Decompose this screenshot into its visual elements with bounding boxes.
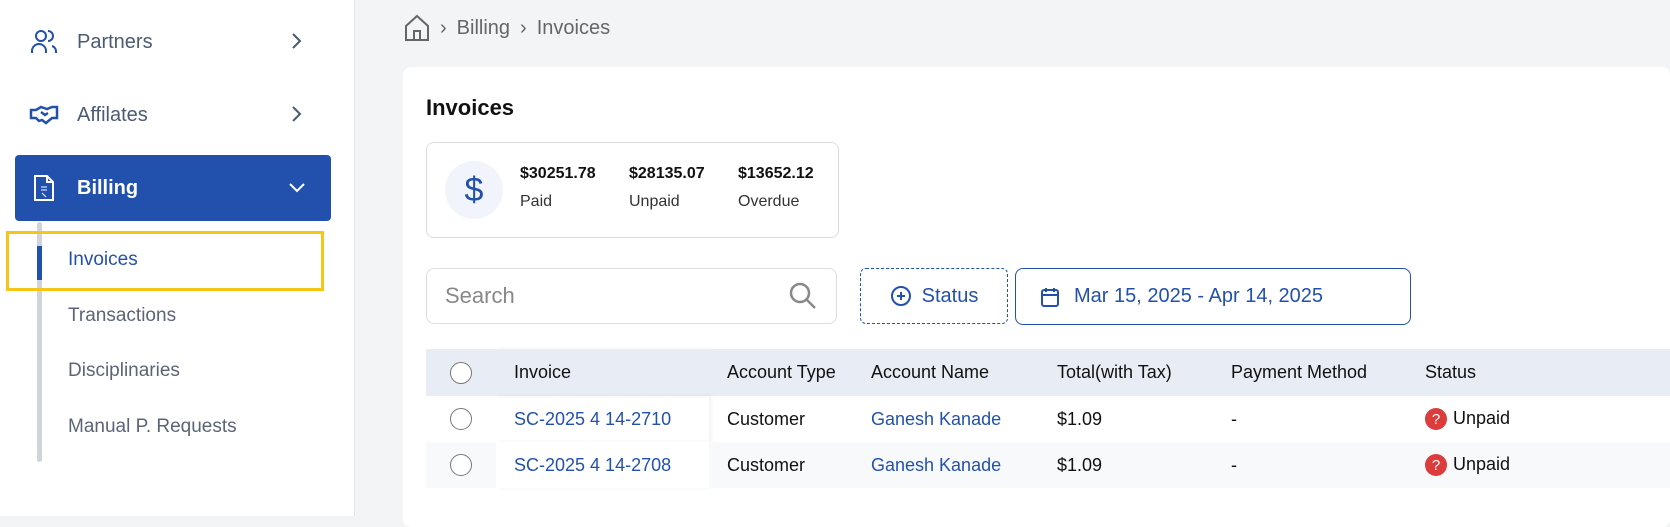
question-icon: ?	[1425, 454, 1447, 477]
question-icon: ?	[1425, 408, 1447, 431]
sidebar-item-label: Partners	[77, 30, 153, 53]
stat-label: Overdue	[738, 193, 800, 210]
col-status[interactable]: Status	[1425, 349, 1670, 396]
chevron-right-icon	[292, 106, 302, 122]
sidebar-item-billing[interactable]: Billing	[15, 155, 331, 221]
stat-label: Unpaid	[629, 193, 680, 210]
date-range-picker[interactable]: Mar 15, 2025 - Apr 14, 2025	[1015, 268, 1411, 325]
sidebar-item-affilates[interactable]: Affilates	[15, 82, 331, 148]
payment-method: -	[1231, 408, 1237, 429]
page-title: Invoices	[426, 95, 515, 120]
summary-card: $ $30251.78 Paid $28135.07 Unpaid $13652.1…	[426, 142, 839, 238]
col-account-name[interactable]: Account Name	[871, 349, 1057, 396]
invoice-link[interactable]: SC-2025 4 14-2708	[496, 442, 709, 488]
chevron-right-icon: ›	[440, 16, 447, 39]
calendar-icon	[1041, 287, 1059, 307]
stat-unpaid: $28135.07 Unpaid	[629, 165, 705, 211]
select-all-checkbox[interactable]	[450, 361, 472, 384]
date-range-value: Mar 15, 2025 - Apr 14, 2025	[1074, 285, 1324, 307]
dollar-icon: $	[445, 161, 503, 219]
invoice-file-icon	[34, 175, 54, 201]
stat-value: $28135.07	[629, 165, 705, 182]
home-icon[interactable]	[404, 14, 430, 42]
stat-paid: $30251.78 Paid	[520, 165, 596, 211]
table-header: Invoice Account Type Account Name Total(…	[426, 349, 1670, 396]
search-placeholder: Search	[445, 283, 515, 308]
table-row: SC-2025 4 14-2708 Customer Ganesh Kanade…	[426, 442, 1670, 488]
chevron-down-icon	[289, 183, 305, 193]
sidebar-item-partners[interactable]: Partners	[15, 9, 331, 75]
plus-circle-icon	[890, 286, 911, 306]
stat-label: Paid	[520, 193, 553, 210]
account-name-link[interactable]: Ganesh Kanade	[871, 396, 1057, 442]
select-all-cell	[426, 349, 496, 396]
total: $1.09	[1057, 442, 1231, 488]
col-total[interactable]: Total(with Tax)	[1057, 349, 1231, 396]
status-text: Unpaid	[1453, 453, 1511, 474]
status-label: Status	[921, 284, 979, 307]
stat-overdue: $13652.12 Overdue	[738, 165, 814, 211]
chevron-right-icon	[292, 33, 302, 49]
users-icon	[31, 30, 57, 53]
sidebar-subitem-transactions[interactable]: Transactions	[68, 305, 176, 327]
col-payment-method[interactable]: Payment Method	[1231, 349, 1425, 396]
account-type: Customer	[709, 442, 871, 488]
breadcrumb-invoices: Invoices	[536, 16, 611, 39]
chevron-right-icon: ›	[520, 16, 527, 39]
search-input[interactable]: Search	[426, 268, 837, 324]
invoices-card: Invoices $ $30251.78 Paid $28135.07 Unpaid…	[403, 67, 1670, 527]
sidebar-subitem-disciplinaries[interactable]: Disciplinaries	[68, 360, 180, 382]
status-badge: ? Unpaid	[1425, 396, 1670, 442]
breadcrumb-billing[interactable]: Billing	[457, 17, 510, 40]
search-icon	[789, 282, 816, 309]
invoices-table: Invoice Account Type Account Name Total(…	[426, 349, 1670, 488]
sidebar-subitem-manual-requests[interactable]: Manual P. Requests	[68, 416, 237, 438]
status-text: Unpaid	[1453, 407, 1511, 428]
stat-value: $13652.12	[738, 165, 814, 182]
col-account-type[interactable]: Account Type	[709, 349, 871, 396]
account-type: Customer	[727, 408, 806, 429]
status-filter-button[interactable]: Status	[860, 268, 1008, 324]
sidebar-item-label: Billing	[77, 176, 139, 199]
handshake-icon	[29, 105, 59, 125]
col-invoice[interactable]: Invoice	[496, 349, 709, 396]
row-checkbox[interactable]	[450, 408, 472, 430]
row-checkbox[interactable]	[450, 454, 472, 476]
sidebar-item-label: Affilates	[77, 103, 148, 126]
stat-value: $30251.78	[520, 165, 596, 182]
status-badge: ? Unpaid	[1425, 442, 1670, 488]
sidebar: Partners Affilates Billing Invoices Tran…	[0, 0, 355, 516]
total: $1.09	[1057, 408, 1103, 429]
payment-method: -	[1231, 442, 1425, 488]
invoice-link[interactable]: SC-2025 4 14-2710	[496, 396, 709, 442]
breadcrumb: › Billing › Invoices	[404, 14, 610, 42]
account-name-link[interactable]: Ganesh Kanade	[871, 442, 1057, 488]
table-row: SC-2025 4 14-2710 Customer Ganesh Kanade…	[426, 396, 1670, 442]
highlight-box	[6, 231, 324, 291]
